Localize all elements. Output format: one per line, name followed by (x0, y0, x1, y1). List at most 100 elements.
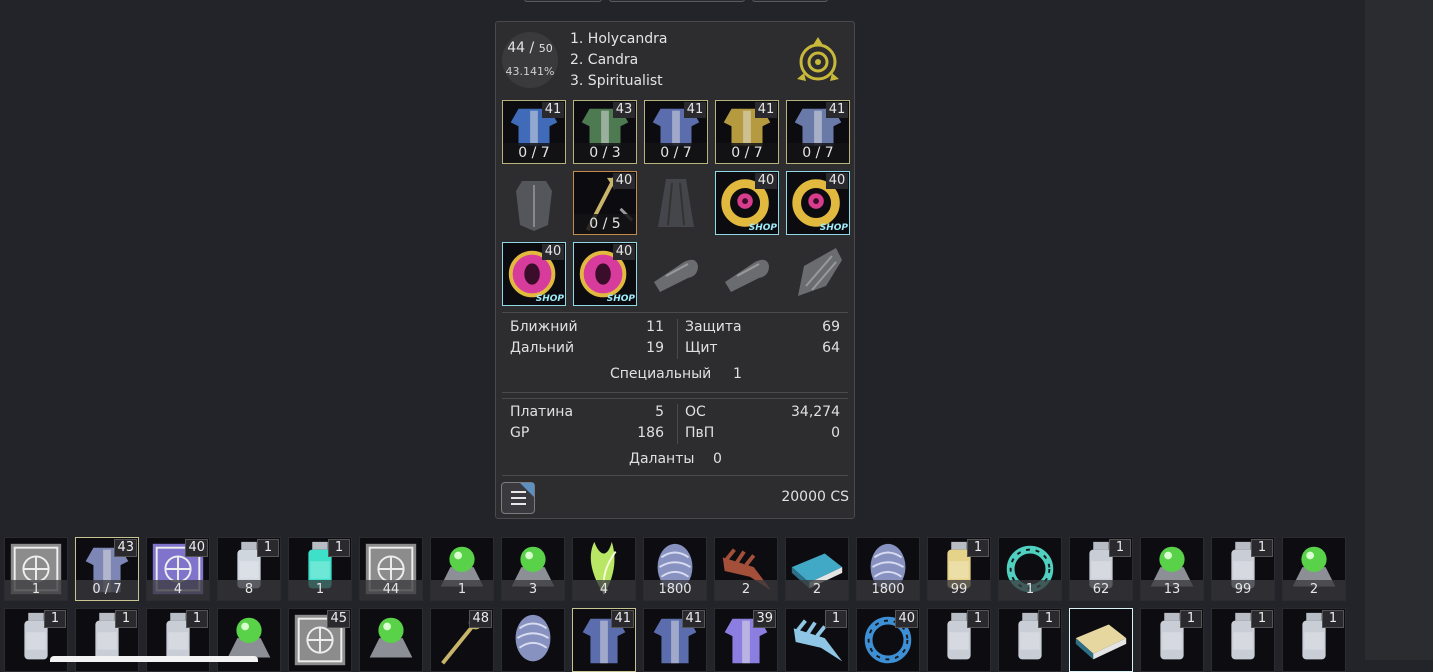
inventory-slot[interactable]: 1 (75, 608, 139, 672)
equip-slot-armor-bottom[interactable]: 43 0 / 3 (573, 100, 637, 164)
item-level-badge: 40 (755, 173, 777, 189)
shop-tag: SHOP (819, 223, 848, 233)
inventory-slot[interactable] (1069, 608, 1133, 672)
class-list: 1. Holycandra 2. Candra 3. Spiritualist (570, 29, 667, 92)
menu-button[interactable] (501, 482, 535, 514)
item-count: 1800 (644, 580, 706, 600)
inventory-slot[interactable]: 1 (146, 608, 210, 672)
equip-slot-shoes[interactable]: 41 0 / 7 (715, 100, 779, 164)
inventory-slot[interactable]: 40 4 (146, 537, 210, 601)
item-badge: 1 (1251, 610, 1273, 628)
inventory-row-1: 1 43 0 / 7 40 4 1 8 1 1 44 1 3 4 1800 2 2 1800 1 99 1 1 62 13 1… (4, 537, 1348, 601)
item-badge: 1 (1251, 539, 1273, 557)
inventory-slot[interactable]: 1 99 (927, 537, 991, 601)
inventory-slot[interactable] (359, 608, 423, 672)
equip-slot-ring-1[interactable]: 40 SHOP (715, 171, 779, 235)
inventory-slot[interactable]: 45 (288, 608, 352, 672)
inventory-slot[interactable]: 2 (714, 537, 778, 601)
top-tab-2[interactable] (609, 0, 745, 2)
equip-slot-cape-slot[interactable] (644, 171, 708, 235)
item-count: 3 (502, 580, 564, 600)
equip-slot-weapon[interactable]: 40 0 / 5 (573, 171, 637, 235)
divider (502, 312, 848, 313)
item-badge: 1 (967, 610, 989, 628)
equip-slot-earring-1[interactable]: 40 SHOP (502, 242, 566, 306)
inventory-slot[interactable]: 1 (998, 537, 1062, 601)
item-level-badge: 40 (613, 244, 635, 260)
inventory-slot[interactable]: 43 0 / 7 (75, 537, 139, 601)
defense-label: Защита (685, 319, 742, 335)
equip-slot-bullet-slot-2[interactable] (715, 242, 779, 306)
inventory-slot[interactable]: 2 (1282, 537, 1346, 601)
top-tab-1[interactable] (524, 0, 602, 2)
item-level-badge: 41 (684, 102, 706, 118)
inventory-slot[interactable]: 1 (1282, 608, 1346, 672)
inventory-slot[interactable]: 13 (1140, 537, 1204, 601)
item-count: 8 (218, 580, 280, 600)
shell-item-icon (515, 614, 551, 662)
inventory-slot[interactable]: 39 (714, 608, 778, 672)
equip-slot-armor-top[interactable]: 41 0 / 7 (502, 100, 566, 164)
equip-slot-shield-slot[interactable] (502, 171, 566, 235)
divider (502, 392, 848, 393)
inventory-slot[interactable]: 18 (217, 537, 281, 601)
character-panel: 44 / 50 43.141% 1. Holycandra 2. Candra … (495, 21, 855, 519)
cash-shop-balance: 20000 CS (781, 489, 849, 505)
inventory-slot[interactable]: 3 (501, 537, 565, 601)
inventory-slot[interactable] (501, 608, 565, 672)
shield-value: 64 (822, 340, 840, 356)
item-badge: 1 (1038, 610, 1060, 628)
inventory-slot[interactable]: 1 (785, 608, 849, 672)
inventory-slot[interactable]: 1 (430, 537, 494, 601)
inventory-slot[interactable]: 1800 (856, 537, 920, 601)
item-badge: 1 (1180, 610, 1202, 628)
item-badge: 41 (682, 610, 705, 628)
item-count: 1 (289, 580, 351, 600)
inventory-slot[interactable]: 41 (643, 608, 707, 672)
upgrade-count: 0 / 7 (716, 143, 778, 163)
defense-value: 69 (822, 319, 840, 335)
inventory-slot[interactable]: 1 99 (1211, 537, 1275, 601)
equip-slot-helm[interactable]: 41 0 / 7 (786, 100, 850, 164)
inventory-slot[interactable]: 4 (572, 537, 636, 601)
inventory-slot[interactable]: 48 (430, 608, 494, 672)
inventory-slot[interactable]: 1 (4, 537, 68, 601)
book-item-icon (1075, 624, 1127, 660)
item-badge: 1 (115, 610, 137, 628)
inventory-slot[interactable]: 40 (856, 608, 920, 672)
inventory-slot[interactable]: 1 (1211, 608, 1275, 672)
platinum-value: 5 (655, 404, 664, 420)
shop-tag: SHOP (606, 294, 635, 304)
item-count: 1 (431, 580, 493, 600)
item-level-badge: 40 (542, 244, 564, 260)
cape-slot-icon (658, 179, 694, 227)
race-emblem-icon (797, 37, 839, 81)
inventory-row-2: 1 1 1 45 48 41 41 39 1 40 1 1 1 1 1 (4, 608, 1348, 672)
item-badge: 1 (967, 539, 989, 557)
top-tab-3[interactable] (752, 0, 828, 2)
inventory-slot[interactable]: 1 (4, 608, 68, 672)
item-count: 1 (999, 580, 1061, 600)
inventory-slot[interactable]: 2 (785, 537, 849, 601)
inventory-slot[interactable]: 1 62 (1069, 537, 1133, 601)
inventory-slot[interactable]: 41 (572, 608, 636, 672)
wing-slot-icon (798, 248, 842, 296)
inventory-slot[interactable]: 1 (927, 608, 991, 672)
inventory-slot[interactable]: 11 (288, 537, 352, 601)
background-edge (1365, 0, 1433, 660)
melee-label: Ближний (510, 319, 578, 335)
divider (502, 475, 848, 476)
gp-value: 186 (637, 425, 664, 441)
class-3: 3. Spiritualist (570, 73, 663, 89)
inventory-slot[interactable]: 1 (1140, 608, 1204, 672)
item-badge: 1 (328, 539, 350, 557)
equip-slot-wing-slot[interactable] (786, 242, 850, 306)
inventory-slot[interactable]: 1 (998, 608, 1062, 672)
inventory-slot[interactable] (217, 608, 281, 672)
equip-slot-bullet-slot-1[interactable] (644, 242, 708, 306)
equip-slot-earring-2[interactable]: 40 SHOP (573, 242, 637, 306)
equip-slot-gloves[interactable]: 41 0 / 7 (644, 100, 708, 164)
inventory-slot[interactable]: 44 (359, 537, 423, 601)
inventory-slot[interactable]: 1800 (643, 537, 707, 601)
equip-slot-ring-2[interactable]: 40 SHOP (786, 171, 850, 235)
